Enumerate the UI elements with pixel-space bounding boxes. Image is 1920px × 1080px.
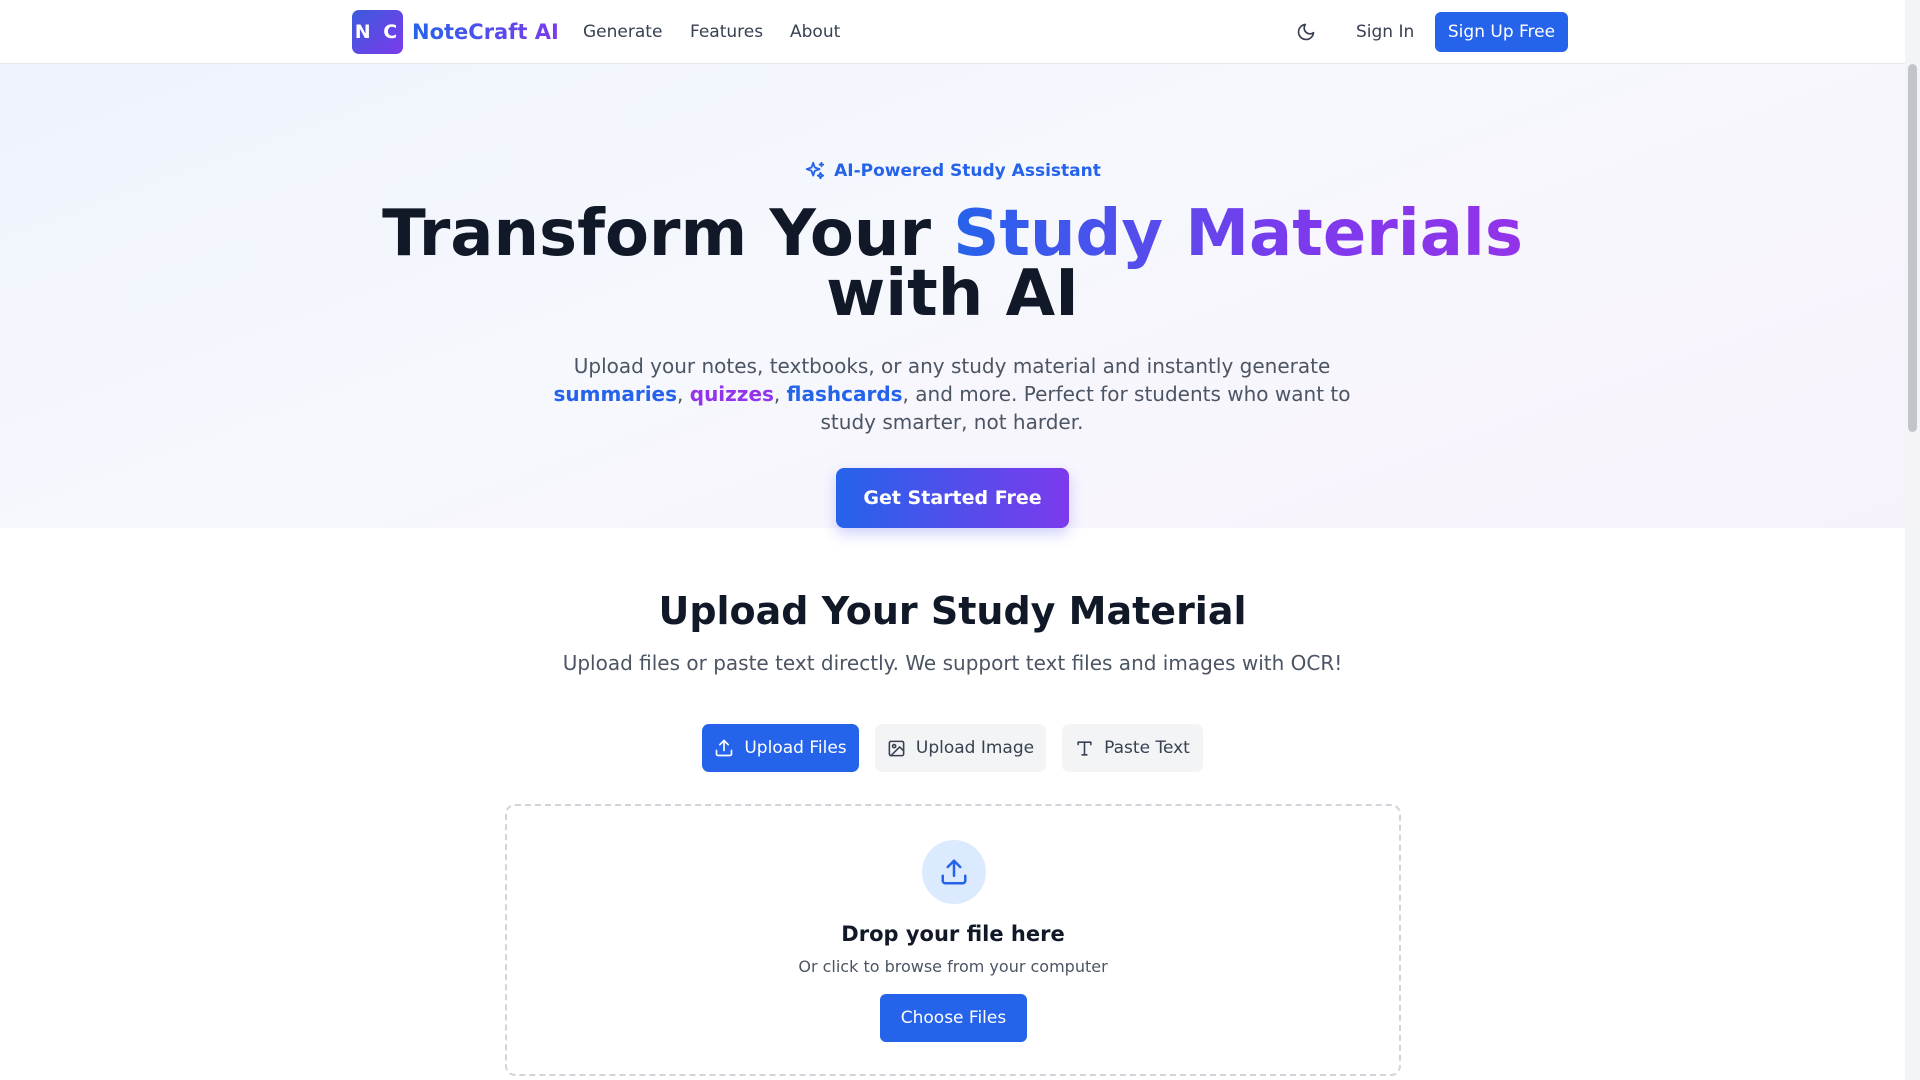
tab-upload-files-label: Upload Files	[744, 738, 847, 758]
sparkles-icon	[805, 161, 825, 180]
tab-upload-image[interactable]: Upload Image	[875, 724, 1046, 772]
hero-title: Transform Your Study Materials with AI	[0, 202, 1905, 326]
top-navbar: N C NoteCraft AI Generate Features About…	[0, 0, 1905, 64]
dropzone-subtitle: Or click to browse from your computer	[798, 957, 1108, 976]
highlight-quizzes: quizzes	[689, 382, 774, 406]
image-icon	[888, 740, 905, 756]
logo-badge[interactable]: N C	[352, 10, 403, 54]
moon-icon	[1297, 23, 1315, 41]
upload-icon	[716, 739, 733, 757]
dropzone-title: Drop your file here	[841, 922, 1065, 946]
dropzone-icon-circle	[922, 840, 986, 904]
nav-features[interactable]: Features	[690, 20, 763, 44]
nav-about[interactable]: About	[790, 20, 840, 44]
upload-icon	[941, 859, 967, 885]
upload-section-title: Upload Your Study Material	[658, 589, 1247, 633]
scrollbar-thumb[interactable]	[1908, 64, 1917, 432]
brand-name[interactable]: NoteCraft AI	[412, 18, 559, 46]
hero-badge-label: AI-Powered Study Assistant	[834, 161, 1101, 181]
text-icon	[1077, 740, 1092, 756]
get-started-button[interactable]: Get Started Free	[836, 468, 1069, 528]
upload-section-subtitle: Upload files or paste text directly. We …	[562, 651, 1343, 675]
hero-subtitle: Upload your notes, textbooks, or any stu…	[552, 352, 1352, 436]
tab-upload-image-label: Upload Image	[915, 738, 1035, 758]
sign-up-button[interactable]: Sign Up Free	[1435, 12, 1568, 52]
hero-title-part2: with AI	[826, 257, 1079, 331]
choose-files-button[interactable]: Choose Files	[880, 994, 1027, 1042]
file-dropzone[interactable]: Drop your file here Or click to browse f…	[505, 804, 1401, 1076]
hero-subtitle-part1: Upload your notes, textbooks, or any stu…	[573, 354, 1331, 378]
nav-generate[interactable]: Generate	[583, 20, 662, 44]
highlight-summaries: summaries	[553, 382, 678, 406]
page-scrollbar[interactable]	[1905, 0, 1920, 1080]
hero-badge: AI-Powered Study Assistant	[0, 160, 1905, 182]
hero-subtitle-sep1: ,	[677, 382, 690, 406]
sign-in-link[interactable]: Sign In	[1356, 20, 1414, 44]
hero-section: AI-Powered Study Assistant Transform You…	[0, 64, 1905, 528]
theme-toggle-button[interactable]	[1290, 18, 1322, 46]
highlight-flashcards: flashcards	[786, 382, 903, 406]
tab-paste-text[interactable]: Paste Text	[1062, 724, 1203, 772]
hero-subtitle-sep2: ,	[773, 382, 787, 406]
tab-upload-files[interactable]: Upload Files	[702, 724, 859, 772]
tab-paste-text-label: Paste Text	[1104, 738, 1190, 758]
